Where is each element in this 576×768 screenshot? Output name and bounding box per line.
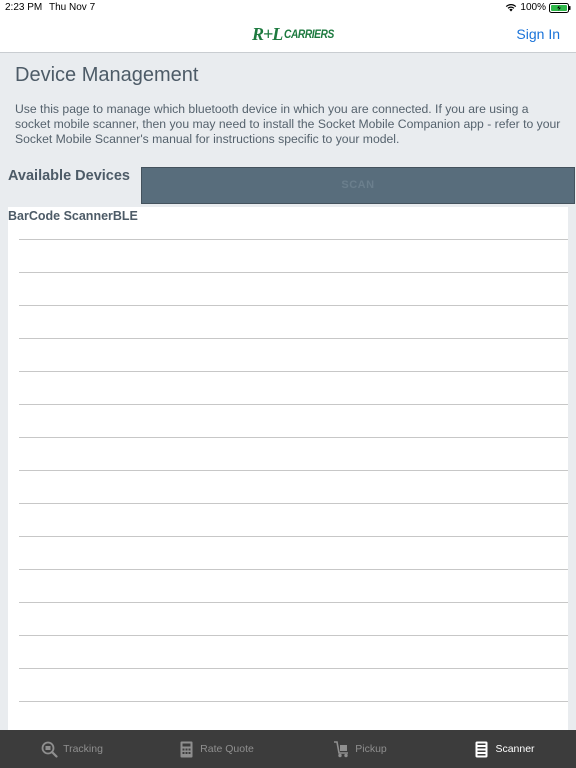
tab-pickup-label: Pickup	[355, 743, 387, 755]
device-row[interactable]	[8, 702, 568, 730]
device-row[interactable]	[8, 273, 568, 306]
battery-icon	[549, 2, 571, 13]
status-bar: 2:23 PM Thu Nov 7 100%	[0, 0, 576, 16]
device-row[interactable]	[8, 339, 568, 372]
rate-quote-icon	[180, 741, 193, 757]
device-row[interactable]: BarCode ScannerBLE	[8, 207, 568, 240]
device-row[interactable]	[8, 669, 568, 702]
device-row[interactable]	[8, 537, 568, 570]
tab-rate-quote[interactable]: Rate Quote	[144, 730, 288, 768]
tab-scanner-label: Scanner	[495, 743, 535, 755]
device-row[interactable]	[8, 306, 568, 339]
device-row[interactable]	[8, 405, 568, 438]
tab-pickup[interactable]: Pickup	[288, 730, 432, 768]
nav-bar: R+L CARRIERS Sign In	[0, 16, 576, 53]
tab-rate-quote-label: Rate Quote	[200, 743, 254, 755]
status-indicators: 100%	[505, 2, 571, 13]
status-time: 2:23 PM	[5, 2, 43, 13]
logo-mark: R+L	[252, 23, 283, 44]
device-row[interactable]	[8, 438, 568, 471]
wifi-icon	[506, 3, 517, 12]
device-row[interactable]	[8, 471, 568, 504]
tab-scanner[interactable]: Scanner	[432, 730, 576, 768]
rl-carriers-logo: R+L CARRIERS	[252, 23, 343, 44]
device-row[interactable]	[8, 372, 568, 405]
tracking-icon	[41, 741, 58, 758]
status-date: Thu Nov 7	[49, 2, 96, 13]
tab-tracking[interactable]: Tracking	[0, 730, 144, 768]
logo-text: CARRIERS	[284, 27, 335, 41]
sign-in-button[interactable]: Sign In	[516, 26, 560, 42]
device-row[interactable]	[8, 504, 568, 537]
tab-tracking-label: Tracking	[63, 743, 103, 755]
battery-percent: 100%	[520, 2, 546, 13]
scanner-icon	[475, 741, 488, 757]
tab-bar: Tracking Rate Quote Pickup Scanner	[0, 730, 576, 768]
page-description: Use this page to manage which bluetooth …	[15, 102, 561, 146]
device-row[interactable]	[8, 570, 568, 603]
device-list: BarCode ScannerBLE	[8, 207, 568, 730]
device-name: BarCode ScannerBLE	[8, 209, 138, 223]
pickup-icon	[334, 740, 349, 757]
page-title: Device Management	[15, 64, 199, 86]
device-row[interactable]	[8, 240, 568, 273]
scan-button[interactable]: SCAN	[141, 167, 575, 204]
device-row[interactable]	[8, 603, 568, 636]
device-row[interactable]	[8, 636, 568, 669]
available-devices-label: Available Devices	[8, 168, 130, 184]
